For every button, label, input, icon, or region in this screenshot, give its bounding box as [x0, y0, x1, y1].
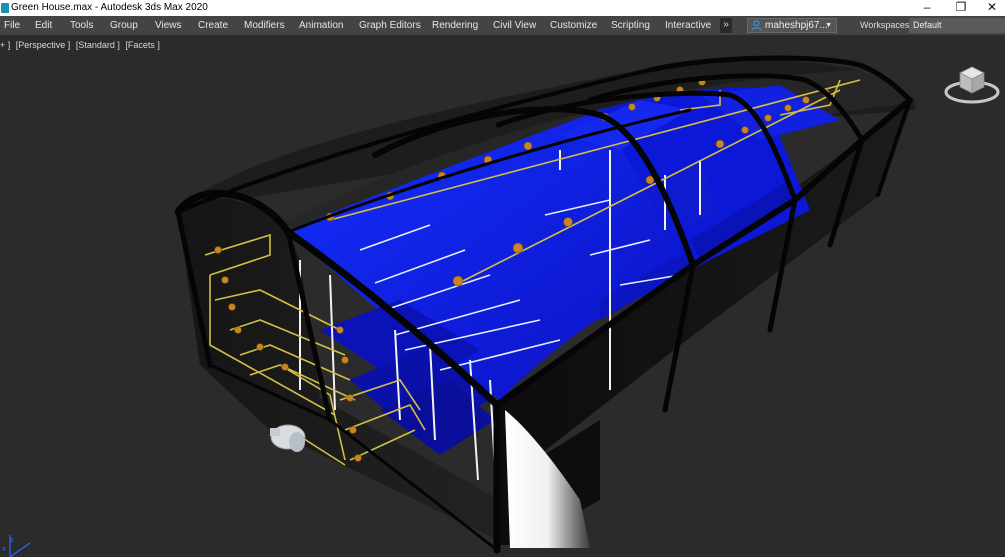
menu-overflow-button[interactable]: »: [720, 18, 732, 33]
menu-rendering[interactable]: Rendering: [432, 16, 478, 35]
viewport-labels: + ] [Perspective ] [Standard ] [Facets ]: [0, 40, 163, 50]
window-title: Green House.max - Autodesk 3ds Max 2020: [11, 2, 208, 13]
menu-create[interactable]: Create: [198, 16, 228, 35]
user-icon: [751, 20, 762, 31]
chevron-down-icon: ▼: [825, 22, 832, 29]
menu-group[interactable]: Group: [110, 16, 138, 35]
menu-file[interactable]: File: [4, 16, 20, 35]
app-icon[interactable]: [1, 3, 9, 13]
workspaces-label: Workspaces:: [860, 20, 912, 30]
perspective-viewport[interactable]: + ] [Perspective ] [Standard ] [Facets ]: [0, 35, 1005, 557]
axis-z-label: z: [10, 537, 14, 544]
menu-tools[interactable]: Tools: [70, 16, 93, 35]
menu-edit[interactable]: Edit: [35, 16, 52, 35]
axis-x-label: x: [2, 546, 6, 553]
greenhouse-scene: [174, 55, 915, 554]
water-pump: [270, 424, 306, 452]
axis-tripod-icon: z x: [2, 535, 31, 557]
menu-graph-editors[interactable]: Graph Editors: [359, 16, 421, 35]
minimize-button[interactable]: –: [912, 0, 942, 16]
menu-animation[interactable]: Animation: [299, 16, 343, 35]
menu-customize[interactable]: Customize: [550, 16, 597, 35]
viewport-shading-mode[interactable]: [Facets ]: [125, 40, 160, 50]
viewport-shading-std[interactable]: [Standard ]: [76, 40, 120, 50]
menu-modifiers[interactable]: Modifiers: [244, 16, 285, 35]
viewport-menu-plus[interactable]: + ]: [0, 40, 10, 50]
menu-civil-view[interactable]: Civil View: [493, 16, 536, 35]
menu-views[interactable]: Views: [155, 16, 182, 35]
close-button[interactable]: ✕: [977, 0, 1005, 16]
user-account-dropdown[interactable]: maheshpj67... ▼: [747, 18, 837, 33]
viewcube-icon[interactable]: [944, 59, 1000, 109]
workspaces-select[interactable]: Default: [909, 18, 1005, 33]
title-bar: Green House.max - Autodesk 3ds Max 2020 …: [0, 0, 1005, 16]
user-name: maheshpj67...: [765, 20, 828, 31]
menu-interactive[interactable]: Interactive: [665, 16, 711, 35]
menu-bar: File Edit Tools Group Views Create Modif…: [0, 16, 1005, 35]
restore-button[interactable]: ❐: [946, 0, 976, 16]
viewport-pov-label[interactable]: [Perspective ]: [16, 40, 71, 50]
menu-scripting[interactable]: Scripting: [611, 16, 650, 35]
